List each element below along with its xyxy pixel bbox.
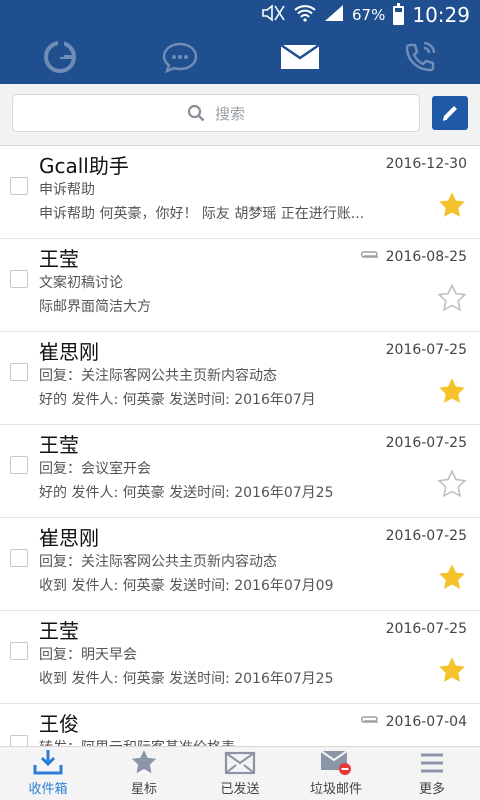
star-filled-icon[interactable] xyxy=(437,655,467,685)
email-date-wrap: 2016-07-25 xyxy=(386,528,467,544)
nav-starred-label: 星标 xyxy=(130,782,157,797)
battery-icon xyxy=(393,2,405,25)
email-date: 2016-07-25 xyxy=(385,621,467,637)
nav-spam-label: 垃圾邮件 xyxy=(309,782,362,797)
email-preview: 申诉帮助 何英豪，你好！ 际友 胡梦瑶 正在进行账... xyxy=(39,206,365,222)
email-date: 2016-07-25 xyxy=(385,342,467,358)
tab-mail[interactable] xyxy=(240,30,360,84)
email-subject: 回复：关注际客网公共主页新内容动态 xyxy=(39,368,277,384)
search-input[interactable]: 搜索 xyxy=(12,94,420,132)
search-bar: 搜索 xyxy=(0,84,480,146)
bottom-nav: 收件箱 星标 已发送 垃圾邮件 更多 xyxy=(0,746,480,800)
clock: 10:29 xyxy=(412,3,470,27)
email-preview: 际邮界面简洁大方 xyxy=(39,299,151,315)
select-checkbox[interactable] xyxy=(10,549,28,567)
search-icon xyxy=(187,104,205,122)
mute-icon xyxy=(260,4,286,26)
nav-sent-label: 已发送 xyxy=(220,782,260,797)
spam-icon xyxy=(320,750,351,775)
list-item[interactable]: 王莹 2016-07-25 回复：明天早会收到 发件人: 何英豪 发送时间: 201… xyxy=(0,611,480,704)
nav-inbox[interactable]: 收件箱 xyxy=(0,747,96,800)
nav-sent[interactable]: 已发送 xyxy=(192,747,288,800)
email-subject: 回复：明天早会 xyxy=(39,647,137,663)
compose-button[interactable] xyxy=(432,96,468,130)
list-item[interactable]: 王莹 2016-08-25 文案初稿讨论际邮界面简洁大方 xyxy=(0,239,480,332)
star-filled-icon[interactable] xyxy=(437,562,467,592)
sender-name: 王莹 xyxy=(39,619,79,643)
email-subject: 申诉帮助 xyxy=(39,182,95,198)
sent-icon xyxy=(224,751,256,775)
list-item[interactable]: 崔思刚 2016-07-25 回复：关注际客网公共主页新内容动态好的 发件人: 何英… xyxy=(0,332,480,425)
list-item[interactable]: Gcall助手 2016-12-30 申诉帮助申诉帮助 何英豪，你好！ 际友 胡梦瑶… xyxy=(0,146,480,239)
email-list: Gcall助手 2016-12-30 申诉帮助申诉帮助 何英豪，你好！ 际友 胡梦瑶… xyxy=(0,146,480,746)
select-checkbox[interactable] xyxy=(10,456,28,474)
pencil-icon xyxy=(442,106,457,121)
email-preview: 收到 发件人: 何英豪 发送时间: 2016年07月09 xyxy=(39,578,334,594)
sender-name: Gcall助手 xyxy=(39,154,129,178)
attachment-icon xyxy=(360,251,378,258)
chat-icon xyxy=(162,42,198,74)
signal-icon xyxy=(324,4,344,26)
email-date: 2016-07-25 xyxy=(385,528,467,544)
star-outline-icon[interactable] xyxy=(437,283,467,313)
list-item[interactable]: 王俊 2016-07-04 转发：阿里云和际客基准价格表 xyxy=(0,704,480,746)
email-date-wrap: 2016-07-04 xyxy=(358,714,467,730)
email-date: 2016-08-25 xyxy=(385,249,467,265)
select-checkbox[interactable] xyxy=(10,270,28,288)
email-date-wrap: 2016-08-25 xyxy=(358,249,467,265)
email-date: 2016-12-30 xyxy=(385,156,467,172)
nav-starred[interactable]: 星标 xyxy=(96,747,192,800)
email-preview: 好的 发件人: 何英豪 发送时间: 2016年07月25 xyxy=(39,485,334,501)
nav-spam[interactable]: 垃圾邮件 xyxy=(288,747,384,800)
wifi-icon xyxy=(294,4,316,26)
tab-phone[interactable] xyxy=(360,30,480,84)
tab-chat[interactable] xyxy=(120,30,240,84)
star-outline-icon[interactable] xyxy=(437,469,467,499)
battery-percent: 67% xyxy=(352,6,386,24)
email-date-wrap: 2016-07-25 xyxy=(386,342,467,358)
attachment-icon xyxy=(360,716,378,723)
email-preview: 收到 发件人: 何英豪 发送时间: 2016年07月25 xyxy=(39,671,334,687)
email-subject: 文案初稿讨论 xyxy=(39,275,123,291)
nav-more[interactable]: 更多 xyxy=(384,747,480,800)
nav-more-label: 更多 xyxy=(418,782,445,797)
email-date: 2016-07-25 xyxy=(385,435,467,451)
menu-icon xyxy=(421,753,443,773)
select-checkbox[interactable] xyxy=(10,642,28,660)
sender-name: 王莹 xyxy=(39,433,79,457)
list-item[interactable]: 王莹 2016-07-25 回复：会议室开会好的 发件人: 何英豪 发送时间: 20… xyxy=(0,425,480,518)
status-bar: 67% 10:29 xyxy=(0,0,480,30)
select-checkbox[interactable] xyxy=(10,177,28,195)
email-date-wrap: 2016-07-25 xyxy=(386,621,467,637)
sender-name: 王俊 xyxy=(39,712,79,736)
tab-gcall[interactable] xyxy=(0,30,120,84)
gcall-logo-icon xyxy=(44,40,76,73)
mail-icon xyxy=(280,43,320,69)
inbox-icon xyxy=(33,750,63,775)
sender-name: 崔思刚 xyxy=(39,526,99,550)
sender-name: 王莹 xyxy=(39,247,79,271)
star-filled-icon[interactable] xyxy=(437,190,467,220)
email-subject: 回复：会议室开会 xyxy=(39,461,151,477)
email-preview: 好的 发件人: 何英豪 发送时间: 2016年07月 xyxy=(39,392,316,408)
star-filled-icon[interactable] xyxy=(437,376,467,406)
email-date: 2016-07-04 xyxy=(385,714,467,730)
email-subject: 转发：阿里云和际客基准价格表 xyxy=(39,737,235,746)
email-date-wrap: 2016-07-25 xyxy=(386,435,467,451)
star-icon xyxy=(131,750,157,774)
sender-name: 崔思刚 xyxy=(39,340,99,364)
select-checkbox[interactable] xyxy=(10,363,28,381)
list-item[interactable]: 崔思刚 2016-07-25 回复：关注际客网公共主页新内容动态收到 发件人: 何英… xyxy=(0,518,480,611)
select-checkbox[interactable] xyxy=(10,735,28,746)
email-subject: 回复：关注际客网公共主页新内容动态 xyxy=(39,554,277,570)
nav-inbox-label: 收件箱 xyxy=(28,782,68,797)
top-nav xyxy=(0,30,480,84)
phone-icon xyxy=(405,41,436,72)
search-placeholder: 搜索 xyxy=(214,104,245,123)
email-date-wrap: 2016-12-30 xyxy=(386,156,467,172)
